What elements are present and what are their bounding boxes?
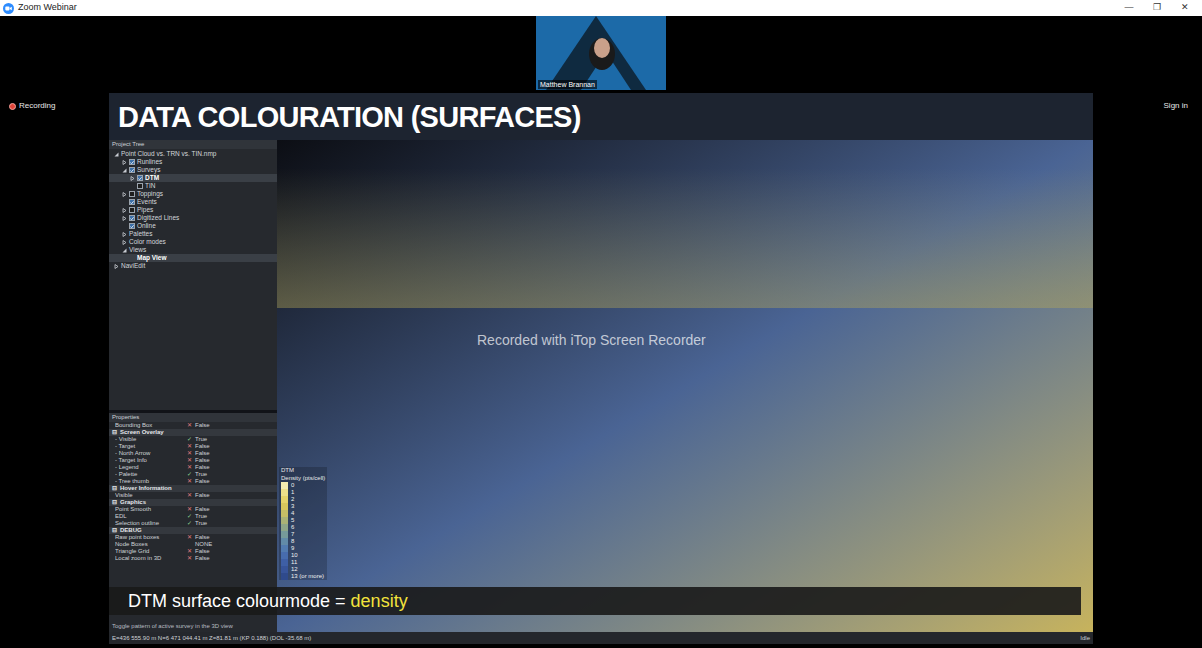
expand-arrow-icon[interactable] xyxy=(122,232,127,237)
tree-item[interactable]: Color modes xyxy=(109,238,277,246)
tree-checkbox[interactable] xyxy=(137,183,143,189)
property-row[interactable]: - Visible✓True xyxy=(109,436,277,443)
legend-entry: 13 (or more) xyxy=(281,573,325,580)
tree-item[interactable]: Views xyxy=(109,246,277,254)
record-dot-icon xyxy=(9,103,16,110)
project-tree-panel: Project TreePoint Cloud vs. TRN vs. TIN.… xyxy=(109,140,277,410)
tree-checkbox[interactable] xyxy=(137,175,143,181)
tree-checkbox[interactable] xyxy=(129,207,135,213)
tree-checkbox[interactable] xyxy=(129,215,135,221)
property-section[interactable]: ⊟Graphics xyxy=(109,499,277,506)
expand-arrow-icon[interactable] xyxy=(122,216,127,221)
zoom-logo-icon xyxy=(3,3,14,14)
expand-arrow-icon[interactable] xyxy=(114,264,119,269)
slide-title: DATA COLOURATION (SURFACES) xyxy=(118,100,581,134)
legend-entry: 11 xyxy=(281,559,325,566)
slide-title-band: DATA COLOURATION (SURFACES) xyxy=(109,93,1093,140)
tree-item[interactable]: Pipes xyxy=(109,206,277,214)
collapse-arrow-icon[interactable] xyxy=(122,248,127,253)
window-control-button[interactable]: — xyxy=(1115,1,1143,15)
property-row[interactable]: Point Smooth✕False xyxy=(109,506,277,513)
tree-item[interactable]: Map View xyxy=(109,254,277,262)
check-icon xyxy=(130,224,134,229)
recorder-watermark: Recorded with iTop Screen Recorder xyxy=(477,330,706,351)
legend-entry: 7 xyxy=(281,531,325,538)
3d-viewport[interactable]: Recorded with iTop Screen RecorderDTMDen… xyxy=(277,140,1093,632)
tree-item[interactable]: Digitized Lines xyxy=(109,214,277,222)
check-icon xyxy=(130,200,134,205)
property-section[interactable]: ⊟Hover Information xyxy=(109,485,277,492)
collapse-arrow-icon[interactable] xyxy=(114,152,119,157)
slide-caption: DTM surface colourmode = density xyxy=(109,587,1081,615)
property-row[interactable]: Local zoom in 3D✕False xyxy=(109,555,277,562)
tree-item[interactable]: Point Cloud vs. TRN vs. TIN.nmp xyxy=(109,150,277,158)
status-bar: E=436 555.90 m N=6 471 044.41 m Z=81.81 … xyxy=(109,632,1093,644)
property-section[interactable]: ⊟DEBUG xyxy=(109,527,277,534)
property-description: Toggle pattern of active survey in the 3… xyxy=(109,620,277,632)
property-row[interactable]: - Tree thumb✕False xyxy=(109,478,277,485)
company-logo-icon xyxy=(536,16,666,90)
property-row[interactable]: Raw point boxes✕False xyxy=(109,534,277,541)
expand-arrow-icon[interactable] xyxy=(122,240,127,245)
expand-arrow-icon[interactable] xyxy=(122,160,127,165)
expand-arrow-icon[interactable] xyxy=(130,176,135,181)
legend-entry: 9 xyxy=(281,545,325,552)
legend-entry: 10 xyxy=(281,552,325,559)
tree-checkbox[interactable] xyxy=(129,223,135,229)
expand-arrow-icon[interactable] xyxy=(122,208,127,213)
property-row[interactable]: - North Arrow✕False xyxy=(109,450,277,457)
title-bar: Zoom Webinar —❐✕ xyxy=(0,0,1202,16)
property-row[interactable]: - Legend✕False xyxy=(109,464,277,471)
zoom-window: Zoom Webinar —❐✕ Recording Matthew Brannan D… xyxy=(0,0,1202,648)
tree-checkbox[interactable] xyxy=(129,199,135,205)
sign-in-button[interactable]: Sign in xyxy=(1164,100,1188,110)
property-row[interactable]: - Target✕False xyxy=(109,443,277,450)
legend-entry: 8 xyxy=(281,538,325,545)
tree-checkbox[interactable] xyxy=(129,159,135,165)
tree-item[interactable]: Surveys xyxy=(109,166,277,174)
check-icon xyxy=(130,168,134,173)
property-row[interactable]: Bounding Box✕False xyxy=(109,422,277,429)
shared-screen: DATA COLOURATION (SURFACES) Project TreeP… xyxy=(109,93,1093,644)
tree-item[interactable]: TIN xyxy=(109,182,277,190)
property-section[interactable]: ⊟Screen Overlay xyxy=(109,429,277,436)
tree-item[interactable]: Palettes xyxy=(109,230,277,238)
property-row[interactable]: Selection outline✓True xyxy=(109,520,277,527)
tree-item[interactable]: Toppings xyxy=(109,190,277,198)
presenter-name: Matthew Brannan xyxy=(538,80,597,89)
tree-item[interactable]: Runlines xyxy=(109,158,277,166)
tree-item[interactable]: NaviEdit xyxy=(109,262,277,270)
presenter-video: Matthew Brannan xyxy=(536,16,666,90)
tree-item[interactable]: DTM xyxy=(109,174,277,182)
legend-entry: 3 xyxy=(281,503,325,510)
tree-item[interactable]: Events xyxy=(109,198,277,206)
legend-entry: 2 xyxy=(281,496,325,503)
property-row[interactable]: Triangle Grid✕False xyxy=(109,548,277,555)
check-icon xyxy=(130,216,134,221)
window-control-button[interactable]: ❐ xyxy=(1143,1,1171,15)
expand-arrow-icon[interactable] xyxy=(122,192,127,197)
tree-item[interactable]: Online xyxy=(109,222,277,230)
property-row[interactable]: - Target Info✕False xyxy=(109,457,277,464)
legend-entry: 4 xyxy=(281,510,325,517)
legend-entry: 0 xyxy=(281,482,325,489)
legend-entry: 5 xyxy=(281,517,325,524)
check-icon xyxy=(130,160,134,165)
check-icon xyxy=(138,176,142,181)
property-row[interactable]: - Palette✓True xyxy=(109,471,277,478)
legend-entry: 1 xyxy=(281,489,325,496)
tree-checkbox[interactable] xyxy=(129,167,135,173)
collapse-arrow-icon[interactable] xyxy=(122,168,127,173)
property-row[interactable]: Visible✕False xyxy=(109,492,277,499)
legend: DTMDensity (pts/cell)012345678910111213 … xyxy=(279,467,327,580)
property-row[interactable]: EDL✓True xyxy=(109,513,277,520)
property-row[interactable]: Node BoxesNONE xyxy=(109,541,277,548)
recording-indicator: Recording xyxy=(9,100,109,112)
legend-entry: 12 xyxy=(281,566,325,573)
legend-entry: 6 xyxy=(281,524,325,531)
tree-checkbox[interactable] xyxy=(129,191,135,197)
window-control-button[interactable]: ✕ xyxy=(1171,1,1199,15)
window-title: Zoom Webinar xyxy=(18,1,77,15)
